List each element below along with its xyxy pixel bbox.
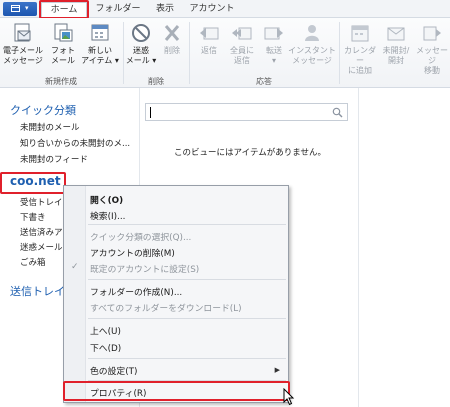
menu-item-find[interactable]: 検索(I)... <box>90 209 125 222</box>
unread-icon <box>387 27 405 41</box>
ribbon: 電子メール メッセージ フォト メール 新しい アイテム ▾ 新規作成 迷惑 メ… <box>0 18 450 88</box>
junk-label-1: 迷惑 <box>133 46 149 55</box>
new-group-label: 新規作成 <box>45 77 77 86</box>
reply-all-button[interactable]: 全員に 返信 <box>225 22 259 66</box>
ribbon-divider <box>339 22 340 84</box>
menu-item-move-down[interactable]: 下へ(D) <box>90 341 121 354</box>
photo-mail-label-2: メール <box>51 56 75 65</box>
tab-home[interactable]: ホーム <box>41 2 87 18</box>
checkmark-icon: ✓ <box>71 262 79 272</box>
calendar-label-2: に追加 <box>348 66 372 75</box>
quick-item-unread-feeds[interactable]: 未開封のフィード <box>20 153 140 165</box>
reply-all-icon <box>232 27 252 40</box>
quick-item-unread-from-contacts[interactable]: 知り合いからの未開封のメ... <box>20 137 140 149</box>
outbox-header[interactable]: 送信トレイ <box>10 283 65 299</box>
properties-highlight <box>63 381 290 401</box>
delete-button[interactable]: 削除 <box>158 22 186 56</box>
text-caret <box>150 107 151 118</box>
ribbon-divider <box>189 22 190 84</box>
context-menu: 開く(O) 検索(I)... クイック分類の選択(Q)... アカウントの削除(… <box>63 185 290 403</box>
unread-label-2: 開封 <box>388 56 404 65</box>
account-coo-net[interactable]: coo.net <box>0 172 68 194</box>
add-to-calendar-button[interactable]: カレンダー に追加 <box>341 22 379 76</box>
ribbon-tab-row: ▾ ホーム フォルダー 表示 アカウント <box>0 0 450 19</box>
empty-view-message: このビューにはアイテムがありません。 <box>174 148 326 158</box>
photo-mail-label-1: フォト <box>51 46 75 55</box>
tab-account[interactable]: アカウント <box>186 2 238 18</box>
menu-item-remove-account[interactable]: アカウントの削除(M) <box>90 246 175 259</box>
new-email-label-1: 電子メール <box>3 46 43 55</box>
menu-item-download-all-folders[interactable]: すべてのフォルダーをダウンロード(L) <box>90 301 242 314</box>
reply-label: 返信 <box>201 46 217 55</box>
forward-button[interactable]: 転送 ▾ <box>260 22 288 66</box>
new-item-icon <box>91 24 109 41</box>
reply-all-label-2: 返信 <box>234 56 250 65</box>
new-item-label-1: 新しい <box>88 46 112 55</box>
search-input[interactable] <box>145 103 348 121</box>
menu-item-select-quick-views[interactable]: クイック分類の選択(Q)... <box>90 230 191 243</box>
reply-all-label-1: 全員に <box>230 46 254 55</box>
move-icon <box>423 26 441 41</box>
quick-views-header[interactable]: クイック分類 <box>10 102 76 118</box>
delete-x-icon <box>164 25 180 41</box>
reply-icon <box>200 27 219 40</box>
junk-icon <box>132 24 150 42</box>
menu-item-color-settings[interactable]: 色の設定(T) <box>90 364 137 377</box>
instant-message-label-2: メッセージ <box>292 56 332 65</box>
menu-separator <box>88 318 286 319</box>
chevron-down-icon: ▾ <box>25 4 29 12</box>
photo-mail-icon <box>54 23 73 42</box>
unread-read-button[interactable]: 未開封/ 開封 <box>379 22 413 66</box>
submenu-arrow-icon: ▶ <box>274 366 280 374</box>
forward-label-2: ▾ <box>271 56 276 65</box>
account-highlight <box>0 172 66 194</box>
delete-group-label: 削除 <box>148 77 164 86</box>
instant-message-icon <box>305 25 319 41</box>
new-item-label-2: アイテム ▾ <box>81 56 119 65</box>
delete-label: 削除 <box>164 46 180 55</box>
new-email-button[interactable]: 電子メール メッセージ <box>2 22 44 66</box>
new-email-label-2: メッセージ <box>3 56 43 65</box>
move-label-2: 移動 <box>424 66 440 75</box>
instant-message-button[interactable]: インスタント メッセージ <box>288 22 336 66</box>
new-email-icon <box>14 23 31 42</box>
menu-gutter <box>64 186 86 402</box>
photo-mail-button[interactable]: フォト メール <box>46 22 80 66</box>
search-icon[interactable] <box>332 107 343 118</box>
menu-separator <box>88 358 286 359</box>
quick-item-unread-mail[interactable]: 未開封のメール <box>20 121 140 133</box>
move-message-button[interactable]: メッセージ 移動 <box>413 22 450 76</box>
forward-label-1: 転送 <box>266 46 282 55</box>
menu-item-open[interactable]: 開く(O) <box>90 193 123 206</box>
calendar-label-1: カレンダー <box>344 46 376 65</box>
window-icon <box>11 5 20 12</box>
reading-pane <box>358 88 450 407</box>
menu-item-move-up[interactable]: 上へ(U) <box>90 324 121 337</box>
menu-separator <box>88 224 286 225</box>
menu-separator <box>88 279 286 280</box>
instant-message-label-1: インスタント <box>288 46 336 55</box>
menu-item-set-default-account[interactable]: 既定のアカウントに設定(S) <box>90 262 199 275</box>
file-menu-button[interactable]: ▾ <box>3 2 37 16</box>
move-label-1: メッセージ <box>416 46 448 65</box>
junk-label-2: メール ▾ <box>125 56 157 65</box>
tab-view[interactable]: 表示 <box>150 2 180 18</box>
tab-folder[interactable]: フォルダー <box>92 2 144 18</box>
new-item-button[interactable]: 新しい アイテム ▾ <box>80 22 120 66</box>
mouse-pointer-icon <box>283 388 295 406</box>
forward-icon <box>264 27 283 40</box>
menu-item-new-folder[interactable]: フォルダーの作成(N)... <box>90 285 182 298</box>
unread-label-1: 未開封/ <box>382 46 410 55</box>
respond-group-label: 応答 <box>256 77 272 86</box>
reply-button[interactable]: 返信 <box>193 22 225 56</box>
ribbon-divider <box>123 22 124 84</box>
junk-mail-button[interactable]: 迷惑 メール ▾ <box>125 22 157 66</box>
calendar-icon <box>351 25 369 42</box>
